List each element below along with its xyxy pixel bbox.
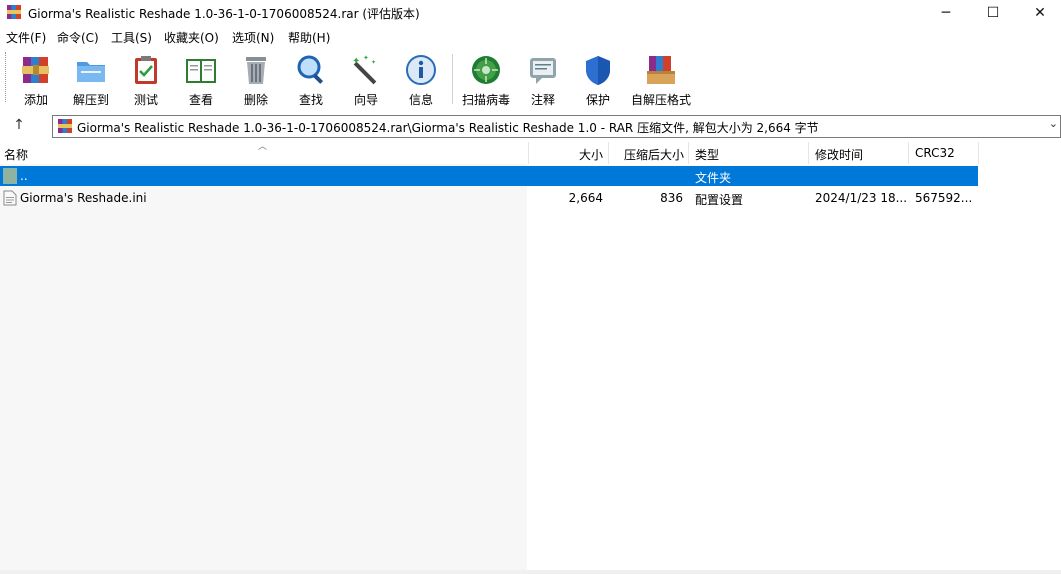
ini-file-icon — [3, 190, 17, 206]
info-button[interactable]: 信息 — [394, 50, 448, 108]
sfx-archive-icon — [647, 56, 675, 84]
path-text: Giorma's Realistic Reshade 1.0-36-1-0-17… — [77, 121, 819, 135]
sort-ascending-icon: ︿ — [258, 142, 268, 152]
file-list: 名称 ︿ 大小 压缩后大小 类型 修改时间 CRC32 .. 文件夹 Giorm… — [0, 142, 1061, 570]
column-header-packed[interactable]: 压缩后大小 — [609, 142, 689, 164]
row-size: 2,664 — [568, 191, 603, 205]
test-clipboard-icon — [135, 56, 157, 84]
up-arrow-icon[interactable]: ↑ — [10, 117, 28, 135]
svg-text:✦: ✦ — [371, 59, 376, 66]
column-header-type[interactable]: 类型 — [689, 142, 809, 164]
row-name: Giorma's Reshade.ini — [20, 191, 147, 205]
row-crc: 567592... — [915, 191, 973, 205]
menu-bar: 文件(F) 命令(C) 工具(S) 收藏夹(O) 选项(N) 帮助(H) — [0, 26, 1061, 46]
archive-add-icon — [22, 57, 49, 83]
name-column-background — [0, 164, 527, 570]
window-title: Giorma's Realistic Reshade 1.0-36-1-0-17… — [28, 7, 420, 21]
row-name: .. — [20, 169, 28, 183]
parent-folder-icon — [3, 168, 17, 184]
column-size-label: 大小 — [578, 148, 603, 162]
row-type: 文件夹 — [695, 171, 732, 185]
menu-options[interactable]: 选项(N) — [232, 29, 274, 46]
column-header-crc[interactable]: CRC32 — [909, 142, 979, 164]
column-header-name[interactable]: 名称 ︿ — [0, 142, 529, 164]
extract-to-button[interactable]: 解压到 — [64, 50, 118, 108]
svg-text:✦: ✦ — [363, 54, 369, 62]
menu-help[interactable]: 帮助(H) — [288, 29, 330, 46]
menu-tools[interactable]: 工具(S) — [111, 29, 152, 46]
address-bar: ↑ Giorma's Realistic Reshade 1.0-36-1-0-… — [0, 112, 1061, 140]
wizard-button[interactable]: ✦ ✦ ✦ 向导 — [339, 50, 393, 108]
delete-button[interactable]: 删除 — [229, 50, 283, 108]
view-button[interactable]: 查看 — [174, 50, 228, 108]
column-header-modified[interactable]: 修改时间 — [809, 142, 909, 164]
toolbar: 添加 解压到 测试 查看 删除 查找 ✦ ✦ ✦ 向导 信息 扫描病毒 注释 保… — [0, 46, 1061, 110]
info-label: 信息 — [408, 93, 433, 107]
sfx-label: 自解压格式 — [630, 93, 691, 107]
svg-text:✦: ✦ — [352, 56, 360, 67]
view-book-icon — [186, 59, 216, 83]
title-bar: Giorma's Realistic Reshade 1.0-36-1-0-17… — [0, 0, 1061, 26]
chevron-down-icon[interactable]: ⌄ — [1049, 117, 1058, 130]
close-button[interactable]: ✕ — [1017, 0, 1061, 26]
shield-icon — [586, 56, 610, 85]
info-icon — [406, 55, 436, 85]
trash-icon — [246, 57, 266, 84]
column-crc-label: CRC32 — [915, 146, 955, 160]
virus-scan-icon — [472, 56, 500, 84]
row-packed: 836 — [660, 191, 683, 205]
maximize-button[interactable]: ☐ — [970, 0, 1016, 26]
winrar-archive-icon — [58, 119, 72, 133]
extract-folder-icon — [77, 62, 105, 82]
find-button[interactable]: 查找 — [284, 50, 338, 108]
column-modified-label: 修改时间 — [815, 148, 864, 162]
comment-button[interactable]: 注释 — [516, 50, 570, 108]
row-modified: 2024/1/23 18... — [815, 191, 908, 205]
virus-scan-button[interactable]: 扫描病毒 — [459, 50, 513, 108]
magnifier-icon — [297, 55, 324, 84]
test-button[interactable]: 测试 — [119, 50, 173, 108]
menu-commands[interactable]: 命令(C) — [57, 29, 99, 46]
row-type: 配置设置 — [695, 193, 744, 207]
table-row-parent[interactable]: .. 文件夹 — [0, 166, 978, 186]
column-header-size[interactable]: 大小 — [529, 142, 609, 164]
sfx-button[interactable]: 自解压格式 — [631, 50, 691, 108]
comment-icon — [530, 58, 556, 84]
column-name-label: 名称 — [4, 148, 29, 162]
minimize-button[interactable]: ─ — [923, 0, 969, 26]
table-row-file[interactable]: Giorma's Reshade.ini 2,664 836 配置设置 2024… — [0, 188, 978, 208]
winrar-app-icon — [7, 5, 21, 19]
add-button[interactable]: 添加 — [9, 50, 63, 108]
column-type-label: 类型 — [695, 148, 720, 162]
menu-favorites[interactable]: 收藏夹(O) — [164, 29, 219, 46]
path-field[interactable]: Giorma's Realistic Reshade 1.0-36-1-0-17… — [52, 115, 1061, 138]
menu-file[interactable]: 文件(F) — [6, 29, 46, 46]
column-packed-label: 压缩后大小 — [623, 148, 684, 162]
status-bar — [0, 570, 1061, 574]
wizard-wand-icon: ✦ ✦ ✦ — [352, 54, 377, 85]
protect-button[interactable]: 保护 — [571, 50, 625, 108]
protect-label: 保护 — [585, 93, 610, 107]
